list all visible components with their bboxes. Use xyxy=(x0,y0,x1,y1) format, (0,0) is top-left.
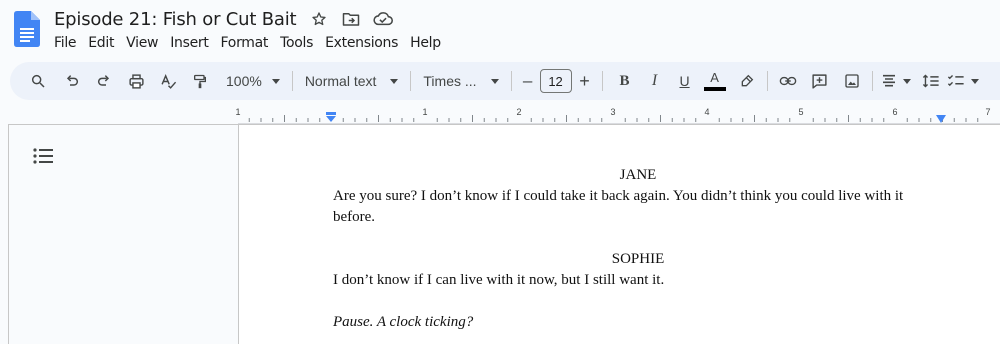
ruler-number: 1 xyxy=(422,107,428,117)
stage-direction: Pause. A clock ticking? xyxy=(333,314,474,330)
ruler-number: 3 xyxy=(610,107,616,117)
google-docs-logo-icon[interactable] xyxy=(14,11,40,47)
align-select[interactable] xyxy=(879,67,913,95)
title-row: Episode 21: Fish or Cut Bait xyxy=(54,7,394,31)
dialogue-line: I don’t know if I can live with it now, … xyxy=(333,272,665,288)
ruler-number: 6 xyxy=(892,107,898,117)
cloud-saved-icon[interactable] xyxy=(372,8,394,30)
search-icon[interactable] xyxy=(24,67,52,95)
menu-format[interactable]: Format xyxy=(215,33,275,53)
character-name: SOPHIE xyxy=(611,251,665,267)
ruler-number: 1 xyxy=(235,107,241,117)
zoom-select[interactable]: 100% xyxy=(220,67,286,95)
font-value: Times ... xyxy=(423,73,477,89)
redo-icon[interactable] xyxy=(90,67,118,95)
toolbar-divider xyxy=(410,71,412,91)
menu-tools[interactable]: Tools xyxy=(274,33,319,53)
chevron-down-icon xyxy=(271,78,280,84)
menu-extensions[interactable]: Extensions xyxy=(319,33,404,53)
star-icon[interactable] xyxy=(308,8,330,30)
toolbar-divider xyxy=(766,71,768,91)
print-icon[interactable] xyxy=(122,67,150,95)
menu-view[interactable]: View xyxy=(120,33,164,53)
style-select[interactable]: Normal text xyxy=(299,67,405,95)
style-value: Normal text xyxy=(304,73,377,89)
highlight-pen-icon[interactable] xyxy=(733,67,761,95)
undo-icon[interactable] xyxy=(58,67,86,95)
bold-button[interactable]: B xyxy=(611,67,639,95)
right-indent-marker-icon[interactable] xyxy=(935,115,947,123)
toolbar-divider xyxy=(510,71,512,91)
menu-help[interactable]: Help xyxy=(404,33,447,53)
insert-image-icon[interactable] xyxy=(838,67,866,95)
add-comment-icon[interactable] xyxy=(806,67,834,95)
checklist-icon xyxy=(947,74,964,87)
menu-insert[interactable]: Insert xyxy=(164,33,214,53)
chevron-down-icon xyxy=(970,78,979,84)
title-icons xyxy=(308,8,394,30)
ruler-number: 4 xyxy=(704,107,710,117)
ruler-number: 2 xyxy=(516,107,522,117)
ruler-number: 7 xyxy=(985,107,991,117)
text-color-button[interactable]: A xyxy=(701,67,729,95)
font-size-input[interactable]: 12 xyxy=(539,69,572,93)
left-indent-marker-icon[interactable] xyxy=(325,112,337,122)
increase-font-size-button[interactable]: + xyxy=(574,67,596,95)
menu-edit[interactable]: Edit xyxy=(82,33,120,53)
move-folder-icon[interactable] xyxy=(340,8,362,30)
font-select[interactable]: Times ... xyxy=(417,67,504,95)
decrease-font-size-button[interactable]: – xyxy=(518,67,538,95)
docs-window: Episode 21: Fish or Cut Bait File Edit V… xyxy=(0,0,1000,344)
ruler-ticks xyxy=(248,115,979,122)
document-body[interactable]: JANE Are you sure? I don’t know if I cou… xyxy=(333,165,943,333)
chevron-down-icon xyxy=(490,78,499,84)
chevron-down-icon xyxy=(390,78,399,84)
paint-format-icon[interactable] xyxy=(186,67,214,95)
spellcheck-icon[interactable] xyxy=(154,67,182,95)
zoom-value: 100% xyxy=(226,73,262,89)
horizontal-ruler[interactable]: 1 1 2 3 4 5 6 7 xyxy=(235,106,1000,124)
text-color-swatch xyxy=(703,87,726,91)
character-name: JANE xyxy=(619,167,657,183)
document-page[interactable]: JANE Are you sure? I don’t know if I cou… xyxy=(238,124,1000,344)
ruler-number: 5 xyxy=(798,107,804,117)
line-spacing-icon[interactable] xyxy=(917,67,945,95)
toolbar: 100% Normal text Times ... – 12 + B I U … xyxy=(10,62,1000,100)
menu-bar: File Edit View Insert Format Tools Exten… xyxy=(48,33,447,53)
text-color-letter: A xyxy=(710,70,719,85)
insert-link-icon[interactable] xyxy=(774,67,802,95)
document-outline-icon[interactable] xyxy=(33,147,55,165)
menu-file[interactable]: File xyxy=(48,33,82,53)
toolbar-divider xyxy=(601,71,603,91)
toolbar-divider xyxy=(871,71,873,91)
checklist-select[interactable] xyxy=(945,67,981,95)
align-left-icon xyxy=(882,74,895,87)
toolbar-divider xyxy=(291,71,293,91)
underline-button[interactable]: U xyxy=(671,67,699,95)
outline-panel xyxy=(8,124,238,344)
italic-button[interactable]: I xyxy=(641,67,669,95)
chevron-down-icon xyxy=(902,78,911,84)
dialogue-line: Are you sure? I don’t know if I could ta… xyxy=(333,188,904,225)
document-title[interactable]: Episode 21: Fish or Cut Bait xyxy=(54,9,297,30)
